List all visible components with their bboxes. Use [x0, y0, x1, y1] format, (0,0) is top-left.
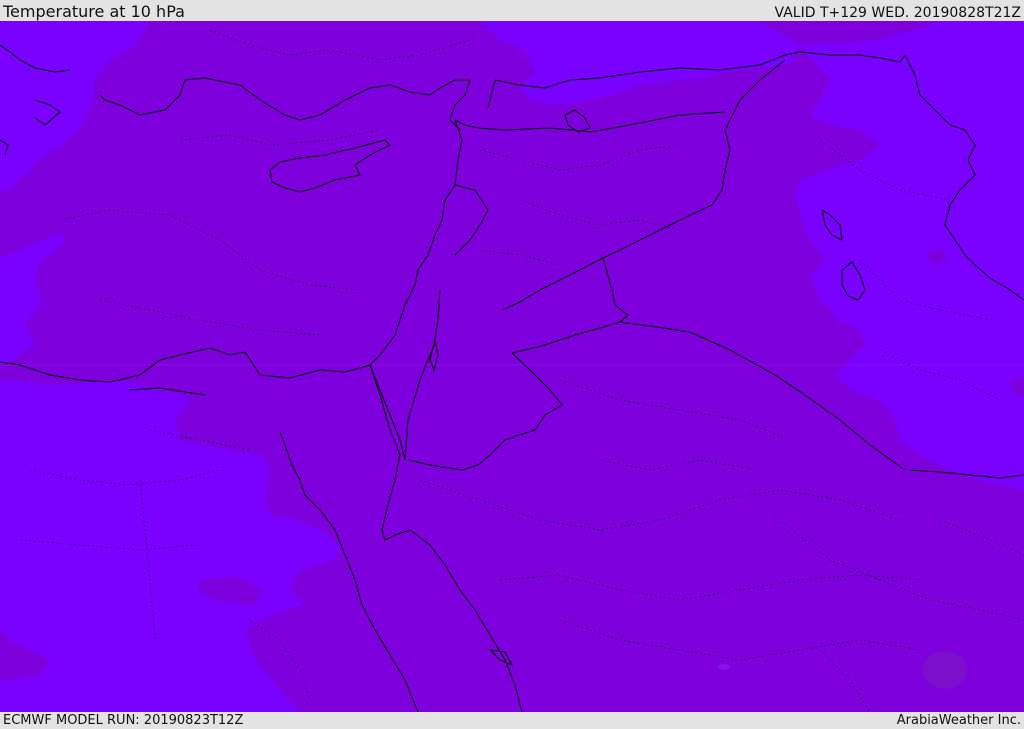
map-title: Temperature at 10 hPa	[3, 2, 185, 21]
credit-label: ArabiaWeather Inc.	[896, 713, 1021, 728]
footer-bar: ECMWF MODEL RUN: 20190823T12Z ArabiaWeat…	[0, 712, 1024, 729]
map-panel[interactable]	[0, 21, 1024, 712]
model-run-label: ECMWF MODEL RUN: 20190823T12Z	[3, 713, 244, 728]
warm-spot-red-sea	[718, 664, 730, 670]
header-bar: Temperature at 10 hPa VALID T+129 WED. 2…	[0, 0, 1024, 21]
warm-spot-arabia	[923, 651, 967, 689]
temperature-map	[0, 21, 1024, 712]
valid-time-label: VALID T+129 WED. 20190828T21Z	[774, 5, 1021, 21]
